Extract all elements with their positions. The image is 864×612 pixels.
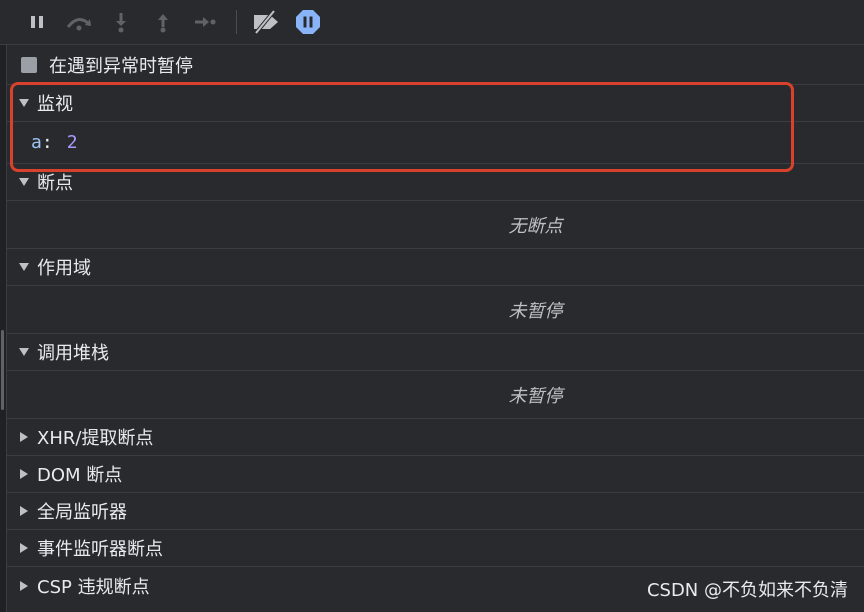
csp-breakpoints-section-title: CSP 违规断点 <box>37 576 150 598</box>
callstack-empty-row: 未暂停 <box>7 371 864 419</box>
callstack-section-header[interactable]: 调用堆栈 <box>7 334 864 371</box>
xhr-breakpoints-section-header[interactable]: XHR/提取断点 <box>7 419 864 456</box>
pause-on-exceptions-button[interactable] <box>291 5 325 39</box>
pause-on-exceptions-checkbox[interactable] <box>21 56 37 73</box>
xhr-breakpoints-section-title: XHR/提取断点 <box>37 428 154 449</box>
collapsed-triangle-icon <box>17 467 31 481</box>
step-over-button[interactable] <box>62 5 96 39</box>
deactivate-breakpoints-button[interactable] <box>249 5 283 39</box>
breakpoints-section-title: 断点 <box>37 173 73 194</box>
step-out-icon <box>158 14 168 33</box>
event-listener-breakpoints-section-title: 事件监听器断点 <box>37 539 163 560</box>
scope-empty-text: 未暂停 <box>508 300 563 322</box>
watch-expression-value: 2 <box>66 132 78 153</box>
scope-section-header[interactable]: 作用域 <box>7 249 864 286</box>
expand-triangle-icon <box>17 175 31 189</box>
collapsed-triangle-icon <box>17 541 31 555</box>
deactivate-breakpoints-icon <box>254 10 278 34</box>
breakpoints-section-header[interactable]: 断点 <box>7 164 864 201</box>
step-icon <box>195 17 216 27</box>
step-into-button[interactable] <box>104 5 138 39</box>
expand-triangle-icon <box>17 96 31 110</box>
watch-expression-row[interactable]: a : 2 <box>7 122 864 164</box>
pause-on-exceptions-icon <box>296 10 320 34</box>
scope-section-title: 作用域 <box>37 258 91 279</box>
pause-on-exceptions-option[interactable]: 在遇到异常时暂停 <box>7 45 864 85</box>
step-out-button[interactable] <box>146 5 180 39</box>
step-into-icon <box>116 13 126 33</box>
breakpoints-empty-row: 无断点 <box>7 201 864 249</box>
step-button[interactable] <box>188 5 222 39</box>
toolbar-separator <box>236 10 237 34</box>
global-listeners-section-header[interactable]: 全局监听器 <box>7 493 864 530</box>
pause-button[interactable] <box>20 5 54 39</box>
step-over-icon <box>66 18 92 31</box>
breakpoints-empty-text: 无断点 <box>508 215 563 237</box>
watermark-text: CSDN @不负如来不负清 <box>646 580 848 601</box>
left-panel-edge <box>0 44 7 612</box>
pause-on-exceptions-label: 在遇到异常时暂停 <box>49 55 193 77</box>
watch-expression-colon: : <box>41 132 53 153</box>
callstack-section-title: 调用堆栈 <box>37 343 109 364</box>
left-scrollbar[interactable] <box>1 330 4 410</box>
collapsed-triangle-icon <box>17 504 31 518</box>
pause-icon <box>31 16 43 28</box>
dom-breakpoints-section-title: DOM 断点 <box>37 465 123 486</box>
debugger-toolbar <box>0 0 864 45</box>
watch-section-header[interactable]: 监视 <box>7 85 864 122</box>
callstack-empty-text: 未暂停 <box>508 385 563 407</box>
debugger-sidebar: 在遇到异常时暂停 监视 a : 2 断点 无断点 作用域 未暂停 调用堆栈 未暂… <box>0 0 864 612</box>
watch-section-title: 监视 <box>37 94 73 115</box>
expand-triangle-icon <box>17 345 31 359</box>
sections-container: 在遇到异常时暂停 监视 a : 2 断点 无断点 作用域 未暂停 调用堆栈 未暂… <box>7 45 864 604</box>
scope-empty-row: 未暂停 <box>7 286 864 334</box>
watch-expression-name: a <box>31 132 42 153</box>
collapsed-triangle-icon <box>17 430 31 444</box>
collapsed-triangle-icon <box>17 579 31 593</box>
event-listener-breakpoints-section-header[interactable]: 事件监听器断点 <box>7 530 864 567</box>
dom-breakpoints-section-header[interactable]: DOM 断点 <box>7 456 864 493</box>
global-listeners-section-title: 全局监听器 <box>37 502 127 523</box>
expand-triangle-icon <box>17 260 31 274</box>
